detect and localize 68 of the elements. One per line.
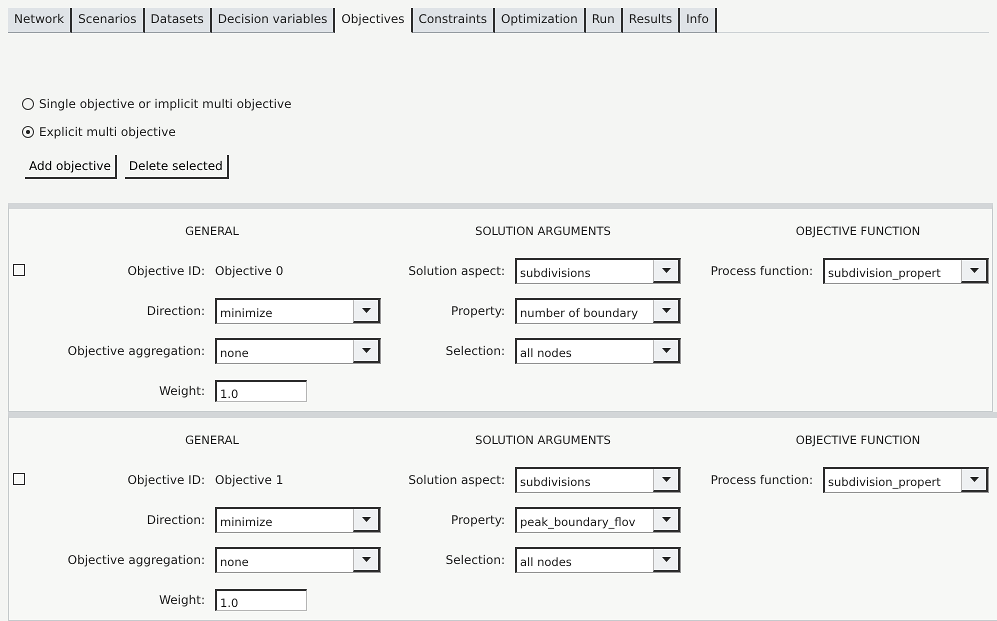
field-label: Objective ID: — [126, 473, 206, 487]
tab[interactable]: Scenarios — [72, 8, 145, 33]
action-button[interactable]: Delete selected — [124, 155, 229, 179]
field-label: Weight: — [158, 384, 206, 398]
section-heading: GENERAL — [184, 224, 240, 238]
field-label: Solution aspect: — [407, 264, 506, 278]
process-dropdown[interactable]: subdivision_propert — [823, 467, 989, 493]
field-label: Objective aggregation: — [66, 553, 206, 567]
field-label: Process function: — [710, 264, 814, 278]
section-heading: SOLUTION ARGUMENTS — [474, 433, 612, 447]
tab[interactable]: Run — [586, 8, 623, 33]
aggregation-dropdown[interactable]: none — [215, 338, 381, 364]
field-label: Solution aspect: — [407, 473, 506, 487]
property-dropdown[interactable]: peak_boundary_flov — [515, 507, 681, 533]
section-heading: GENERAL — [184, 433, 240, 447]
direction-dropdown[interactable]: minimize — [215, 298, 381, 324]
aspect-dropdown[interactable]: subdivisions — [515, 258, 681, 284]
selection-dropdown[interactable]: all nodes — [515, 547, 681, 573]
section-heading: OBJECTIVE FUNCTION — [794, 433, 922, 447]
tab[interactable]: Constraints — [412, 8, 495, 33]
checkbox[interactable] — [13, 472, 25, 484]
property-dropdown[interactable]: number of boundary — [515, 298, 681, 324]
field-label: Weight: — [158, 593, 206, 607]
weight-field[interactable]: 1.0 — [215, 380, 307, 402]
selection-dropdown[interactable]: all nodes — [515, 338, 681, 364]
caret-icon — [362, 557, 370, 562]
field-label: Objective ID: — [126, 264, 206, 278]
section-heading: SOLUTION ARGUMENTS — [474, 224, 612, 238]
caret-icon — [362, 308, 370, 313]
caret-icon — [662, 557, 670, 562]
caret-icon — [362, 348, 370, 353]
field-label: Selection: — [444, 553, 506, 567]
field-label: Direction: — [146, 304, 206, 318]
weight-field[interactable]: 1.0 — [215, 589, 307, 611]
caret-icon — [662, 268, 670, 273]
radio-label: Explicit multi objective — [39, 125, 176, 139]
field-label: Property: — [450, 513, 506, 527]
objective-id: Objective 1 — [215, 473, 284, 487]
action-button[interactable]: Add objective — [25, 155, 117, 179]
field-label: Selection: — [444, 344, 506, 358]
radio-button[interactable] — [22, 126, 34, 138]
tab[interactable]: Datasets — [144, 8, 212, 33]
caret-icon — [970, 477, 978, 482]
process-dropdown[interactable]: subdivision_propert — [823, 258, 989, 284]
checkbox[interactable] — [13, 264, 25, 276]
caret-icon — [662, 348, 670, 353]
field-label: Objective aggregation: — [66, 344, 206, 358]
direction-dropdown[interactable]: minimize — [215, 507, 381, 533]
tab[interactable]: Decision variables — [212, 8, 336, 33]
aggregation-dropdown[interactable]: none — [215, 547, 381, 573]
radio-label: Single objective or implicit multi objective — [39, 97, 292, 111]
tab[interactable]: Network — [8, 8, 72, 33]
caret-icon — [662, 517, 670, 522]
field-label: Direction: — [146, 513, 206, 527]
tab[interactable]: Info — [680, 8, 717, 33]
tab[interactable]: Optimization — [494, 8, 586, 33]
section-heading: OBJECTIVE FUNCTION — [794, 224, 922, 238]
tab[interactable]: Objectives — [335, 8, 413, 33]
caret-icon — [662, 308, 670, 313]
tab[interactable]: Results — [622, 8, 680, 33]
field-label: Process function: — [710, 473, 814, 487]
aspect-dropdown[interactable]: subdivisions — [515, 467, 681, 493]
caret-icon — [970, 268, 978, 273]
objective-id: Objective 0 — [215, 264, 284, 278]
radio-button[interactable] — [22, 98, 34, 110]
field-label: Property: — [450, 304, 506, 318]
caret-icon — [362, 517, 370, 522]
caret-icon — [662, 477, 670, 482]
